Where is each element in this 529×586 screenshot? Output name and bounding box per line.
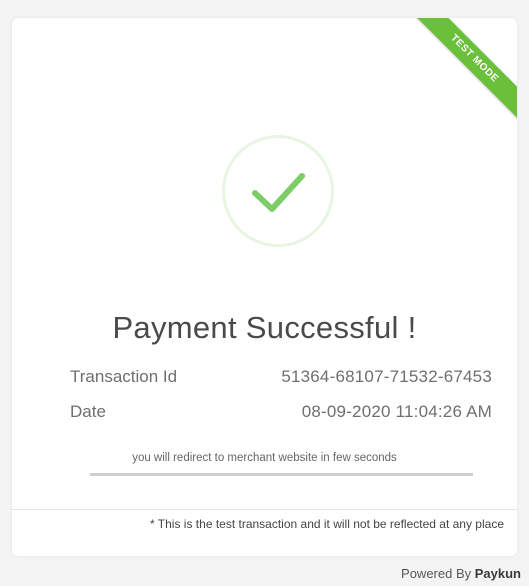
success-circle — [222, 135, 334, 247]
payment-page: TEST MODE Payment Successful ! Transacti… — [0, 0, 529, 586]
test-mode-ribbon: TEST MODE — [397, 18, 517, 138]
payment-card: TEST MODE Payment Successful ! Transacti… — [12, 18, 517, 556]
transaction-id-row: Transaction Id 51364-68107-71532-67453 — [70, 367, 492, 387]
date-label: Date — [70, 402, 106, 421]
powered-by: Powered By Paykun — [401, 566, 521, 581]
divider — [12, 509, 517, 510]
test-transaction-note: * This is the test transaction and it wi… — [150, 517, 504, 531]
date-value: 08-09-2020 11:04:26 AM — [301, 402, 492, 421]
date-row: Date 08-09-2020 11:04:26 AM — [70, 402, 492, 422]
transaction-id-value: 51364-68107-71532-67453 — [281, 367, 492, 386]
brand-name: Paykun — [474, 566, 521, 581]
powered-by-prefix: Powered By — [401, 566, 472, 581]
redirect-message: you will redirect to merchant website in… — [132, 452, 397, 464]
transaction-id-label: Transaction Id — [70, 367, 178, 386]
page-title: Payment Successful ! — [112, 310, 417, 345]
checkmark-icon — [252, 173, 305, 212]
redirect-progress-bar — [90, 473, 473, 476]
test-mode-label: TEST MODE — [413, 18, 517, 120]
